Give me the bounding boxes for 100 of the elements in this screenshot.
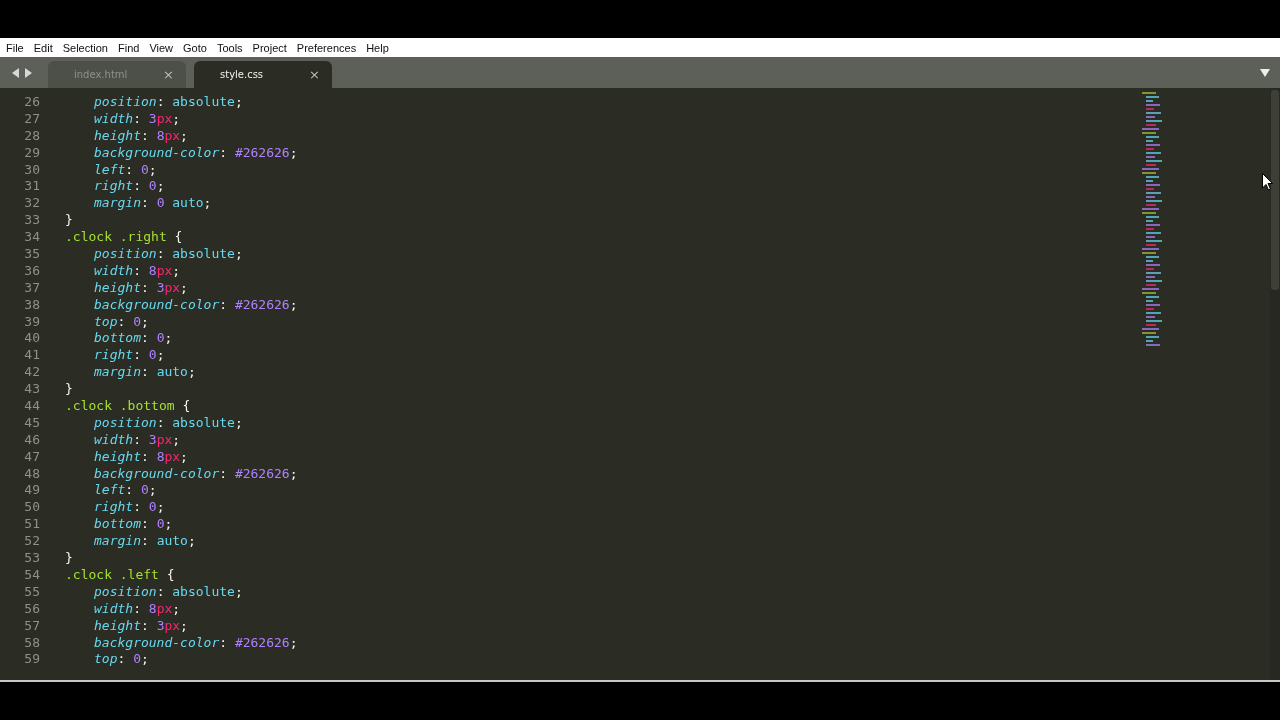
code-punctuation: ; (172, 600, 181, 616)
code-punctuation: : (156, 246, 166, 261)
css-selector: .clock .bottom (65, 398, 175, 414)
code-punctuation: ; (156, 347, 165, 363)
property-name: background-color (94, 296, 220, 312)
line-number: 43 (23, 381, 40, 399)
number-literal: 3 (156, 279, 165, 295)
menu-item[interactable]: Tools (211, 41, 248, 54)
close-tab-button[interactable]: × (309, 67, 320, 82)
code-punctuation: ; (180, 127, 188, 143)
property-name: position (94, 246, 157, 261)
css-selector: .clock .left (65, 566, 159, 582)
editor-tab[interactable]: style.css × (194, 61, 332, 88)
menu-item[interactable]: Find (112, 41, 145, 54)
property-name: right (94, 499, 134, 515)
property-name: height (94, 279, 141, 295)
value-keyword: absolute (172, 583, 235, 599)
scrollbar-thumb[interactable] (1271, 90, 1279, 290)
code-punctuation: : (140, 127, 150, 143)
property-name: top (94, 313, 118, 329)
line-number: 31 (23, 178, 40, 196)
number-literal: 8 (148, 600, 157, 616)
tab-arrows-icon[interactable] (10, 67, 34, 78)
close-tab-button[interactable]: × (163, 67, 174, 82)
unit-keyword: px (164, 279, 181, 295)
value-keyword: absolute (172, 246, 235, 261)
code-punctuation: : (156, 94, 166, 109)
code-punctuation: : (133, 347, 142, 363)
code-punctuation: { (181, 398, 191, 414)
menu-item[interactable]: Project (247, 41, 292, 54)
property-name: right (94, 347, 134, 363)
line-number: 55 (23, 583, 40, 601)
editor-tab[interactable]: index.html × (48, 61, 186, 88)
code-punctuation: ; (289, 144, 298, 160)
code-punctuation: ; (289, 634, 298, 650)
number-literal: 0 (148, 499, 157, 515)
line-number: 39 (23, 313, 40, 331)
line-number: 37 (23, 279, 40, 297)
property-name: width (94, 600, 134, 616)
code-punctuation: } (65, 212, 73, 228)
property-name: bottom (94, 330, 141, 346)
line-number: 45 (23, 414, 40, 432)
code-punctuation: ; (289, 465, 298, 481)
code-punctuation: ; (180, 448, 188, 464)
code-punctuation: ; (172, 262, 181, 278)
line-number: 57 (23, 617, 40, 635)
number-literal: 3 (156, 617, 165, 633)
property-name: margin (94, 364, 141, 380)
unit-keyword: px (164, 448, 181, 464)
code-punctuation: : (133, 110, 142, 126)
code-punctuation: ; (234, 414, 243, 430)
number-literal: 0 (156, 195, 165, 211)
code-punctuation: : (117, 313, 127, 329)
property-name: position (94, 94, 157, 109)
code-punctuation: ; (234, 94, 243, 109)
number-literal: 8 (148, 262, 157, 278)
menu-item[interactable]: Edit (28, 41, 58, 54)
menu-item[interactable]: Goto (178, 41, 212, 54)
code-punctuation: : (140, 330, 150, 346)
line-number: 49 (23, 482, 40, 500)
property-name: width (94, 262, 134, 278)
dropdown-arrow-icon[interactable] (1260, 68, 1270, 77)
code-punctuation: : (140, 533, 150, 549)
code-punctuation: : (133, 431, 142, 447)
code-punctuation: : (140, 279, 150, 295)
menu-item[interactable]: Selection (57, 41, 113, 54)
number-literal: 0 (133, 313, 141, 329)
line-number: 53 (23, 550, 40, 567)
code-punctuation: : (219, 144, 229, 160)
code-punctuation: ; (172, 110, 181, 126)
menu-item[interactable]: Preferences (291, 41, 362, 54)
menu-item[interactable]: File (1, 41, 29, 54)
code-punctuation: ; (187, 533, 196, 549)
number-literal: #262626 (234, 465, 290, 481)
value-keyword: absolute (172, 414, 235, 430)
property-name: width (94, 110, 134, 126)
number-literal: 0 (140, 482, 149, 498)
line-number: 50 (23, 499, 40, 517)
property-name: background-color (94, 144, 220, 160)
line-number: 33 (23, 212, 40, 230)
line-number: 26 (23, 94, 40, 111)
line-number: 30 (23, 161, 40, 179)
property-name: left (94, 482, 126, 498)
line-number: 58 (23, 634, 40, 652)
number-literal: #262626 (234, 144, 290, 160)
menu-item[interactable]: View (144, 41, 179, 54)
value-keyword: auto (171, 195, 204, 211)
unit-keyword: px (156, 262, 173, 278)
code-punctuation: { (165, 566, 175, 582)
code-punctuation: ; (172, 431, 181, 447)
unit-keyword: px (164, 617, 181, 633)
unit-keyword: px (164, 127, 181, 143)
code-punctuation: ; (148, 482, 157, 498)
code-punctuation: ; (156, 178, 165, 194)
number-literal: #262626 (234, 296, 290, 312)
menu-item[interactable]: Help (361, 41, 394, 54)
line-number: 41 (23, 347, 40, 365)
code-punctuation: } (65, 381, 73, 397)
number-literal: 0 (156, 516, 165, 532)
code-punctuation: : (140, 516, 150, 532)
